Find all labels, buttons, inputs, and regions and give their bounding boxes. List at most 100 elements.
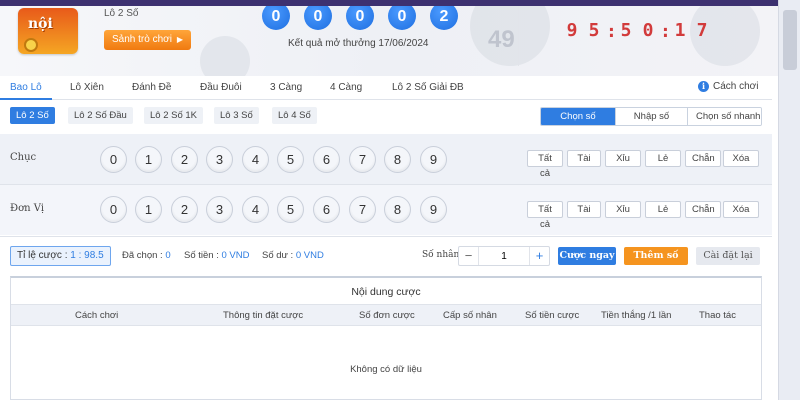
- balance: Số dư : 0 VND: [262, 250, 324, 261]
- lobby-button-label: Sảnh trò chơi: [112, 34, 172, 45]
- tab-lo-2-so-giai-db[interactable]: Lô 2 Số Giải ĐB: [392, 82, 464, 93]
- increment-button[interactable]: +: [529, 247, 549, 265]
- quick-select-even[interactable]: Chẵn: [685, 150, 721, 167]
- number-ball[interactable]: 2: [171, 146, 198, 173]
- number-ball[interactable]: 6: [313, 146, 340, 173]
- number-ball[interactable]: 3: [206, 146, 233, 173]
- number-ball[interactable]: 1: [135, 146, 162, 173]
- number-ball[interactable]: 8: [384, 196, 411, 223]
- number-ball[interactable]: 4: [242, 146, 269, 173]
- quick-select-all[interactable]: Tất cả: [527, 201, 563, 230]
- bet-amount: Số tiền : 0 VND: [184, 250, 249, 261]
- help-link[interactable]: i Cách chơi: [698, 81, 758, 92]
- row-label: Đơn Vị: [10, 203, 45, 214]
- column-header: Số tiền cược: [525, 310, 580, 321]
- tab-4-cang[interactable]: 4 Càng: [330, 82, 362, 93]
- column-header: Thông tin đặt cược: [223, 310, 304, 321]
- number-ball[interactable]: 4: [242, 196, 269, 223]
- scrollbar[interactable]: [778, 0, 800, 400]
- subtab-lo-2-so-dau[interactable]: Lô 2 Số Đầu: [68, 107, 133, 124]
- decorative-ball: 49: [470, 6, 550, 66]
- countdown-digit: 1: [674, 20, 686, 41]
- number-ball[interactable]: 1: [135, 196, 162, 223]
- digit-row-tens: Chục 0 1 2 3 4 5 6 7 8 9 Tất cả Tài Xỉu …: [0, 134, 772, 184]
- info-icon: i: [698, 81, 709, 92]
- digit-row-units: Đơn Vị 0 1 2 3 4 5 6 7 8 9 Tất cả Tài Xỉ…: [0, 185, 772, 235]
- multiplier-input[interactable]: [479, 247, 529, 265]
- number-ball[interactable]: 0: [100, 146, 127, 173]
- countdown-digit: 0: [642, 20, 654, 41]
- mode-quick-choose[interactable]: Chọn số nhanh: [687, 108, 761, 125]
- balance-value: 0 VND: [295, 250, 324, 261]
- countdown-timer: 9 5 : 5 0 : 1 7: [562, 20, 712, 42]
- tab-lo-xien[interactable]: Lô Xiên: [70, 82, 104, 93]
- tab-bao-lo[interactable]: Bao Lô: [10, 82, 42, 93]
- number-ball[interactable]: 5: [277, 146, 304, 173]
- active-tab-indicator: [0, 98, 52, 100]
- selected-count: Đã chọn : 0: [122, 250, 171, 261]
- quick-select-big[interactable]: Tài: [567, 201, 601, 218]
- quick-select-small[interactable]: Xỉu: [605, 150, 641, 167]
- number-ball[interactable]: 7: [349, 196, 376, 223]
- header-divider: [518, 6, 519, 66]
- result-date: Kết quả mở thưởng 17/06/2024: [288, 38, 429, 49]
- selected-value: 0: [165, 250, 171, 261]
- number-ball[interactable]: 7: [349, 146, 376, 173]
- quick-select-even[interactable]: Chẵn: [685, 201, 721, 218]
- number-ball[interactable]: 8: [384, 146, 411, 173]
- countdown-digit: 9: [566, 20, 578, 41]
- number-ball[interactable]: 9: [420, 146, 447, 173]
- reset-button[interactable]: Cài đặt lại: [696, 247, 760, 265]
- game-logo: nội: [18, 8, 78, 54]
- quick-select-small[interactable]: Xỉu: [605, 201, 641, 218]
- column-header: Tiền thắng /1 lần: [601, 310, 672, 321]
- add-number-button[interactable]: Thêm số: [624, 247, 688, 265]
- tab-3-cang[interactable]: 3 Càng: [270, 82, 302, 93]
- quick-select-clear[interactable]: Xóa: [723, 201, 759, 218]
- number-ball[interactable]: 9: [420, 196, 447, 223]
- bet-content-panel: Nội dung cược Cách chơi Thông tin đặt cư…: [10, 276, 762, 400]
- quick-select-clear[interactable]: Xóa: [723, 150, 759, 167]
- column-header: Cách chơi: [75, 310, 119, 321]
- number-ball[interactable]: 2: [171, 196, 198, 223]
- selected-label: Đã chọn :: [122, 250, 163, 261]
- quick-select-big[interactable]: Tài: [567, 150, 601, 167]
- amount-label: Số tiền :: [184, 250, 219, 261]
- number-ball[interactable]: 5: [277, 196, 304, 223]
- number-ball[interactable]: 6: [313, 196, 340, 223]
- quick-select-odd[interactable]: Lẻ: [645, 201, 681, 218]
- countdown-separator: :: [660, 20, 671, 42]
- result-ball: 0: [304, 6, 332, 30]
- subtab-lo-4-so[interactable]: Lô 4 Số: [272, 107, 317, 124]
- mode-enter-number[interactable]: Nhập số: [615, 108, 687, 125]
- column-header: Cấp số nhân: [443, 310, 497, 321]
- tab-dau-duoi[interactable]: Đầu Đuôi: [200, 82, 242, 93]
- row-divider: [0, 236, 772, 237]
- subtab-lo-2-so-1k[interactable]: Lô 2 Số 1K: [144, 107, 204, 124]
- tab-danh-de[interactable]: Đánh Đề: [132, 82, 171, 93]
- countdown-separator: :: [606, 20, 617, 42]
- result-balls: 0 0 0 0 2: [262, 6, 458, 30]
- bet-now-button[interactable]: Cược ngay: [558, 247, 616, 265]
- result-ball: 2: [430, 6, 458, 30]
- decrement-button[interactable]: −: [459, 247, 479, 265]
- mode-choose-number[interactable]: Chọn số: [541, 108, 615, 125]
- help-label: Cách chơi: [713, 81, 759, 92]
- bet-content-title: Nội dung cược: [351, 286, 421, 298]
- row-label: Chục: [10, 152, 37, 163]
- number-ball[interactable]: 0: [100, 196, 127, 223]
- countdown-digit: 7: [696, 20, 708, 41]
- multiplier-stepper: − +: [458, 246, 550, 266]
- input-mode-group: Chọn số Nhập số Chọn số nhanh: [540, 107, 762, 126]
- logo-text: nội: [28, 16, 53, 32]
- decorative-ball: [200, 36, 250, 76]
- subtab-lo-3-so[interactable]: Lô 3 Số: [214, 107, 259, 124]
- scrollbar-thumb[interactable]: [783, 10, 797, 70]
- bet-table-header: Cách chơi Thông tin đặt cược Số đơn cược…: [11, 304, 761, 326]
- number-ball[interactable]: 3: [206, 196, 233, 223]
- quick-select-all[interactable]: Tất cả: [527, 150, 563, 179]
- quick-select-odd[interactable]: Lẻ: [645, 150, 681, 167]
- lobby-button[interactable]: Sảnh trò chơi ▶: [104, 30, 192, 50]
- empty-state: Không có dữ liệu: [350, 364, 422, 375]
- subtab-lo-2-so[interactable]: Lô 2 Số: [10, 107, 55, 124]
